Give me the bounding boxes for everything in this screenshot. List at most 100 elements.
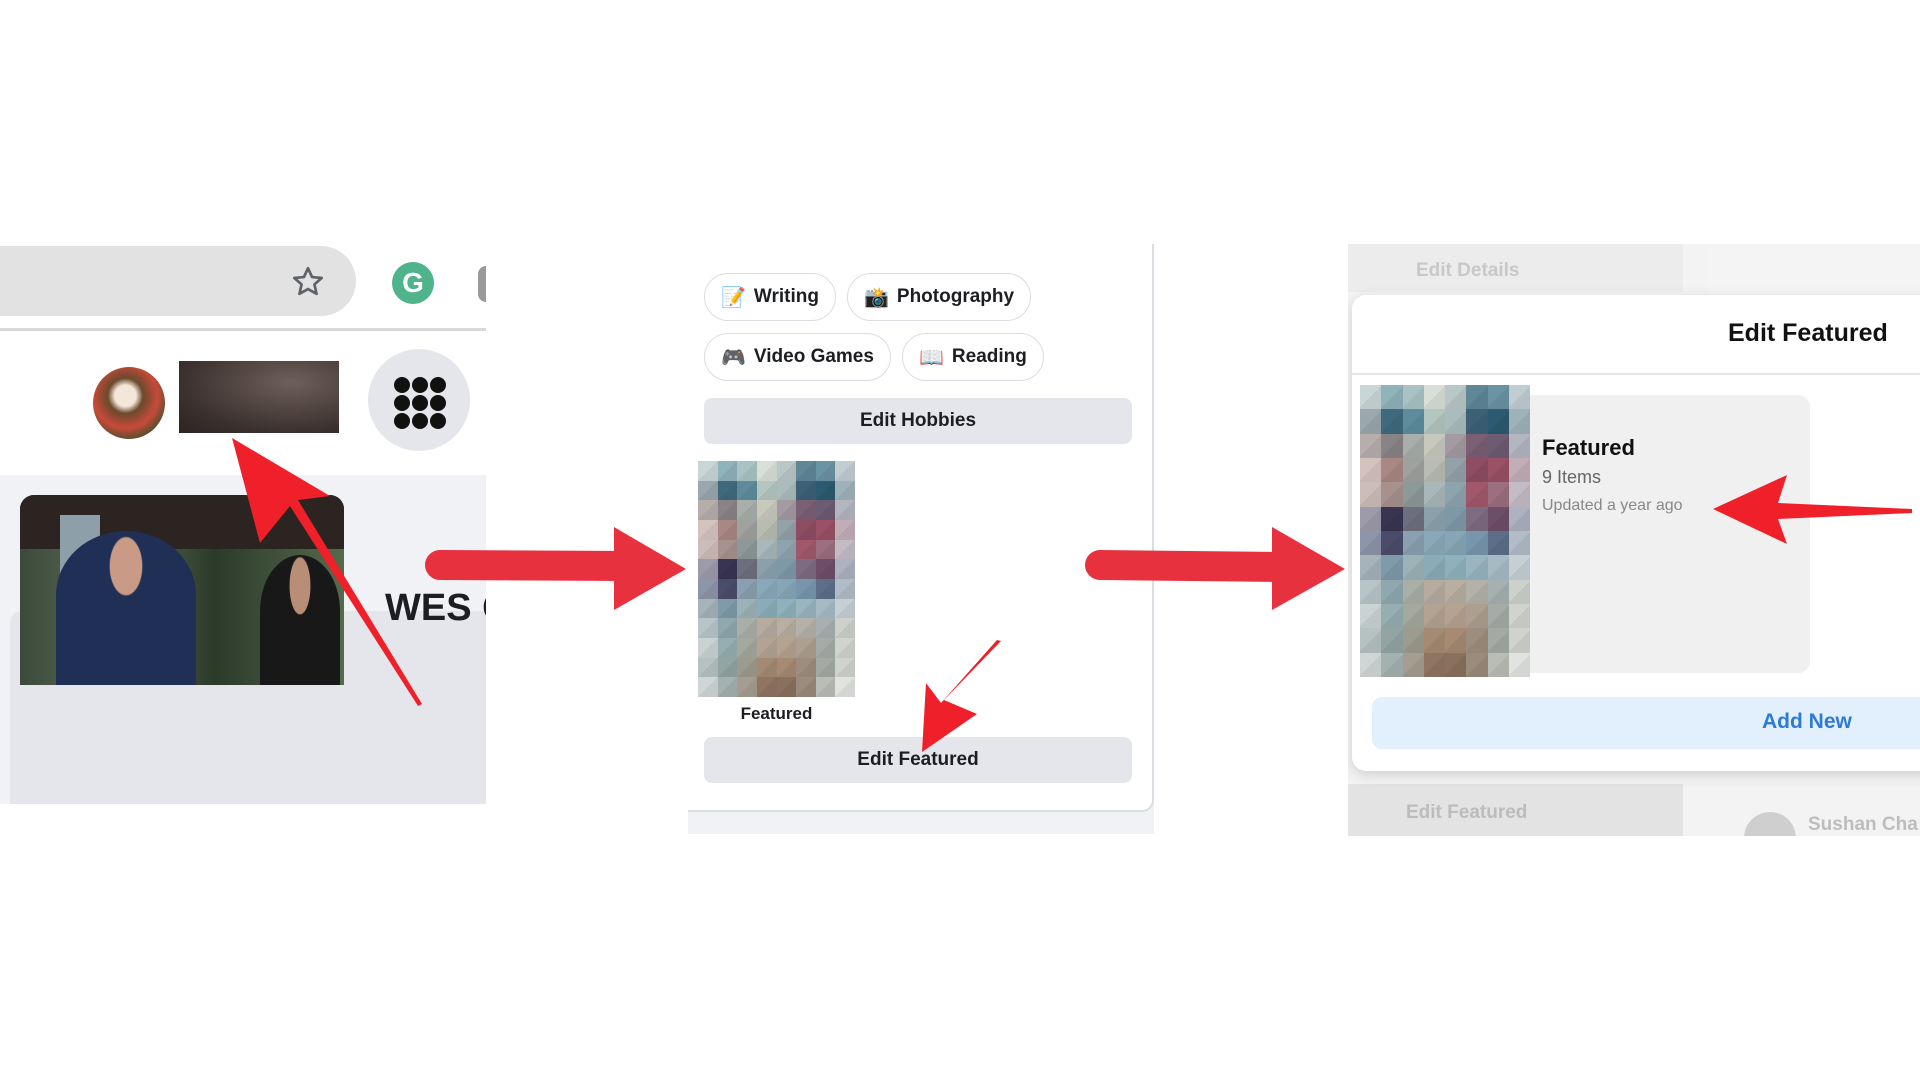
pixel-block [1381,433,1403,458]
pixel-block [1445,433,1467,458]
pixel-block [796,618,816,638]
pixel-block [1508,604,1530,629]
pixel-block [737,519,757,540]
pixel-block [756,598,777,619]
pixel-block [1402,604,1424,629]
pixel-block [1423,628,1445,653]
pixel-block [835,559,855,579]
pixel-block [1402,531,1424,556]
ad-title[interactable]: WES C [385,587,486,630]
featured-collection-thumbnail[interactable] [698,461,855,697]
pixel-block [698,578,718,599]
pixel-block [717,480,738,501]
pixel-block [1508,385,1530,410]
pixel-block [815,461,836,481]
pixel-block [1445,604,1467,629]
pixel-block [756,578,777,599]
pixel-block [1423,385,1445,410]
background-user-name: Sushan Cha [1808,814,1918,835]
pixel-block [717,461,738,481]
pixel-block [756,519,777,540]
pixel-block [815,539,836,560]
pixel-block [776,559,797,579]
profile-intro-screenshot: 📝 Writing 📸 Photography 🎮 Video Games 📖 … [688,244,1154,834]
pixel-block [835,461,855,481]
pixel-block [1360,385,1382,410]
pixel-block [1423,604,1445,629]
pixel-block [717,598,738,619]
hobby-chip-video-games[interactable]: 🎮 Video Games [704,333,891,381]
pixel-block [815,598,836,619]
add-new-button[interactable]: Add New [1372,697,1920,749]
extension-icon[interactable] [478,266,486,302]
background-edit-details-label: Edit Details [1416,260,1520,281]
pixel-block [717,618,738,638]
pixel-block [1508,531,1530,556]
featured-caption: Featured [740,704,813,723]
pixel-block [776,618,797,638]
featured-collection-thumbnail[interactable] [1360,385,1530,677]
pixel-block [835,519,855,540]
pixel-block [698,598,718,619]
hobby-chip-writing[interactable]: 📝 Writing [704,273,836,321]
pixel-block [1423,506,1445,531]
pixel-block [1423,458,1445,483]
profile-name-redacted[interactable] [179,361,339,433]
pixel-block [1381,652,1403,677]
bookmark-star-icon[interactable] [290,264,326,300]
pixel-block [776,637,797,658]
pixel-block [796,578,816,599]
browser-facebook-header-screenshot: G Sponsored WES C [0,244,486,804]
pixel-block [1466,385,1488,410]
pixel-block [815,559,836,579]
pixel-block [796,539,816,560]
pixel-block [698,461,718,481]
pixel-block [1508,433,1530,458]
edit-hobbies-button[interactable]: Edit Hobbies [704,398,1132,444]
pixel-block [717,657,738,678]
pixel-block [1466,604,1488,629]
hobby-chip-reading[interactable]: 📖 Reading [902,333,1044,381]
pixel-block [737,677,757,697]
collection-name[interactable]: Featured [1542,435,1635,461]
pixel-block [1381,409,1403,434]
pixel-block [756,500,777,520]
pixel-block [717,559,738,579]
pixel-block [737,461,757,481]
pixel-block [796,637,816,658]
profile-avatar[interactable] [93,367,165,439]
pixel-block [1360,604,1382,629]
pixel-block [796,598,816,619]
pixel-block [717,500,738,520]
pixel-block [835,637,855,658]
pixel-block [1445,531,1467,556]
pixel-block [776,578,797,599]
pixel-block [1487,604,1509,629]
pixel-block [1487,579,1509,604]
pixel-block [756,559,777,579]
grammarly-extension-icon[interactable]: G [392,262,434,304]
background-column [1708,244,1920,292]
pixel-block [756,677,777,697]
edit-featured-button[interactable]: Edit Featured [704,737,1132,783]
pixel-block [776,657,797,678]
pixel-block [1466,458,1488,483]
pixel-block [1466,628,1488,653]
pixel-block [1423,409,1445,434]
pixel-block [1381,458,1403,483]
hobby-chip-photography[interactable]: 📸 Photography [847,273,1032,321]
pixel-block [717,637,738,658]
pixel-block [717,677,738,697]
pixel-block [737,657,757,678]
pixel-block [698,559,718,579]
pixel-block [1423,433,1445,458]
pixel-block [1445,506,1467,531]
pixel-block [796,657,816,678]
background-user-avatar [1744,812,1796,836]
ad-image[interactable] [20,495,344,685]
pixel-block [796,519,816,540]
pixel-block [1466,409,1488,434]
pixel-block [1508,579,1530,604]
pixel-block [1402,385,1424,410]
pixel-block [1487,458,1509,483]
